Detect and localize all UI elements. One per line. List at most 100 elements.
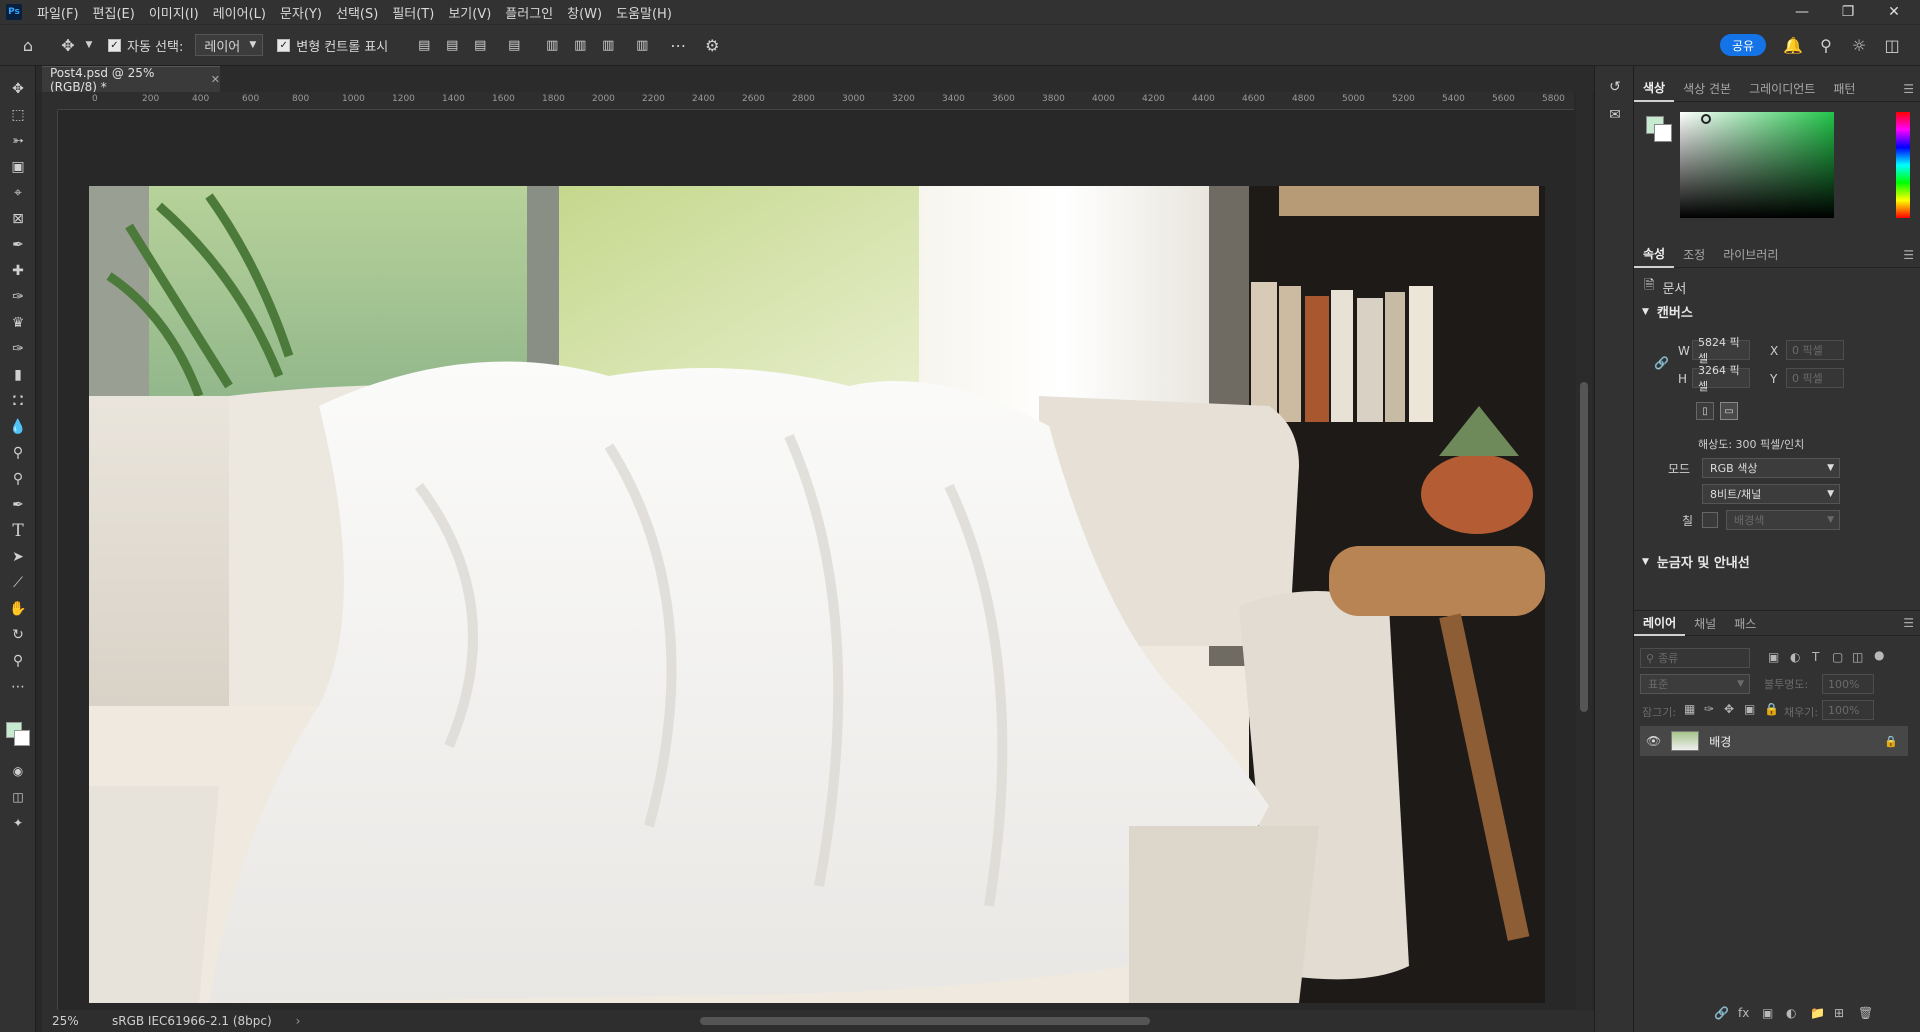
menu-type[interactable]: 문자(Y) <box>273 3 329 22</box>
layer-style-fx-icon[interactable]: fx <box>1738 1006 1749 1020</box>
menu-view[interactable]: 보기(V) <box>441 3 498 22</box>
distribute-icon[interactable]: ▤ <box>500 31 528 59</box>
tab-color[interactable]: 색상 <box>1634 76 1675 102</box>
close-tab-icon[interactable]: ✕ <box>211 73 220 86</box>
menu-help[interactable]: 도움말(H) <box>609 3 679 22</box>
status-expand-icon[interactable]: › <box>296 1014 301 1028</box>
edit-toolbar-icon[interactable]: ⋯ <box>6 676 30 698</box>
opacity-field[interactable]: 100% <box>1822 674 1874 694</box>
notification-bell-icon[interactable]: 🔔 <box>1779 31 1807 59</box>
tab-channels[interactable]: 채널 <box>1685 610 1725 636</box>
mode-select[interactable]: RGB 색상 ▼ <box>1702 458 1840 478</box>
crop-icon[interactable]: ⌖ <box>6 182 30 204</box>
tab-gradients[interactable]: 그레이디언트 <box>1740 76 1824 102</box>
discover-bulb-icon[interactable]: ☼ <box>1845 31 1873 59</box>
link-layers-icon[interactable]: 🔗 <box>1714 1006 1729 1020</box>
vertical-scrollbar[interactable] <box>1576 92 1592 1010</box>
tab-paths[interactable]: 패스 <box>1725 610 1765 636</box>
color-field[interactable] <box>1680 112 1834 218</box>
menu-window[interactable]: 창(W) <box>560 3 609 22</box>
layer-filter-field[interactable]: ⚲ 종류 <box>1640 648 1750 668</box>
tab-libraries[interactable]: 라이브러리 <box>1714 242 1787 268</box>
paint-bucket-icon[interactable]: ⛚ <box>6 390 30 412</box>
history-panel-icon[interactable]: ↺ <box>1603 76 1627 98</box>
filter-smart-object-icon[interactable]: ◫ <box>1852 650 1863 664</box>
portrait-orientation-icon[interactable]: ▯ <box>1696 402 1714 420</box>
visibility-eye-icon[interactable]: 👁 <box>1646 734 1661 748</box>
layer-row-background[interactable]: 👁 배경 🔒 <box>1640 726 1908 756</box>
filter-pixel-icon[interactable]: ▣ <box>1768 650 1779 664</box>
zoom-level[interactable]: 25% <box>52 1014 98 1028</box>
healing-brush-icon[interactable]: ✚ <box>6 260 30 282</box>
blend-mode-select[interactable]: 표준 ▼ <box>1640 674 1750 694</box>
move-icon[interactable]: ✥ <box>6 78 30 100</box>
fill-select[interactable]: 배경색 ▼ <box>1726 510 1840 530</box>
home-icon[interactable]: ⌂ <box>14 31 42 59</box>
new-group-icon[interactable]: 📁 <box>1810 1006 1825 1020</box>
guides-section-header[interactable]: ▼ 눈금자 및 안내선 <box>1642 552 1750 571</box>
auto-select-checkbox[interactable]: ✓ 자동 선택: <box>108 36 183 55</box>
color-background-swatch[interactable] <box>1654 124 1672 142</box>
menu-file[interactable]: 파일(F) <box>30 3 86 22</box>
color-picker-marker[interactable] <box>1701 114 1711 124</box>
menu-filter[interactable]: 필터(T) <box>385 3 441 22</box>
brush-icon[interactable]: ✑ <box>6 286 30 308</box>
eraser-icon[interactable]: ▮ <box>6 364 30 386</box>
zoom-icon[interactable]: ⚲ <box>6 650 30 672</box>
lasso-icon[interactable]: ➳ <box>6 130 30 152</box>
screen-mode-icon[interactable]: ◫ <box>6 786 30 808</box>
path-select-icon[interactable]: ➤ <box>6 546 30 568</box>
delete-layer-icon[interactable]: 🗑 <box>1858 1006 1873 1020</box>
layers-panel-menu-icon[interactable]: ☰ <box>1903 616 1914 630</box>
menu-select[interactable]: 선택(S) <box>329 3 385 22</box>
lock-position-icon[interactable]: ✥ <box>1724 702 1734 716</box>
color-panel-menu-icon[interactable]: ☰ <box>1903 82 1914 96</box>
line-icon[interactable]: ⟋ <box>6 572 30 594</box>
add-mask-icon[interactable]: ▣ <box>1762 1006 1773 1020</box>
frame-icon[interactable]: ⊠ <box>6 208 30 230</box>
lock-all-icon[interactable]: 🔒 <box>1764 702 1779 716</box>
canvas-section-header[interactable]: ▼ 캔버스 <box>1642 302 1693 321</box>
marquee-icon[interactable]: ⬚ <box>6 104 30 126</box>
quick-mask-icon[interactable]: ◉ <box>6 760 30 782</box>
landscape-orientation-icon[interactable]: ▭ <box>1720 402 1738 420</box>
lock-transparent-icon[interactable]: ▦ <box>1684 702 1695 716</box>
filter-adjustment-icon[interactable]: ◐ <box>1790 650 1800 664</box>
type-tool-icon[interactable]: T <box>6 520 30 542</box>
align-middle-icon[interactable]: ▥ <box>566 31 594 59</box>
align-top-icon[interactable]: ▥ <box>538 31 566 59</box>
properties-panel-menu-icon[interactable]: ☰ <box>1903 248 1914 262</box>
blur-icon[interactable]: 💧 <box>6 416 30 438</box>
close-icon[interactable]: ✕ <box>1872 0 1916 24</box>
align-bottom-icon[interactable]: ▥ <box>594 31 622 59</box>
horizontal-scrollbar-thumb[interactable] <box>700 1017 1150 1025</box>
filter-toggle-icon[interactable]: ● <box>1874 648 1884 662</box>
align-left-icon[interactable]: ▤ <box>410 31 438 59</box>
tab-properties[interactable]: 속성 <box>1634 242 1675 268</box>
y-field[interactable]: 0 픽셀 <box>1786 368 1844 388</box>
tab-adjustments[interactable]: 조정 <box>1674 242 1714 268</box>
clone-stamp-icon[interactable]: ♛ <box>6 312 30 334</box>
settings-gear-icon[interactable]: ⚙ <box>698 31 726 59</box>
distribute-vertical-icon[interactable]: ▥ <box>628 31 656 59</box>
search-icon[interactable]: ⚲ <box>1812 31 1840 59</box>
new-layer-icon[interactable]: ⊞ <box>1834 1006 1844 1020</box>
hand-icon[interactable]: ✋ <box>6 598 30 620</box>
vertical-scrollbar-thumb[interactable] <box>1580 382 1588 712</box>
menu-layer[interactable]: 레이어(L) <box>206 3 273 22</box>
document-tab[interactable]: Post4.psd @ 25% (RGB/8) * ✕ <box>42 66 220 94</box>
dodge-icon[interactable]: ⚲ <box>6 442 30 464</box>
share-button[interactable]: 공유 <box>1720 34 1766 56</box>
menu-edit[interactable]: 편집(E) <box>86 3 142 22</box>
fill-color-swatch[interactable] <box>1702 512 1718 528</box>
menu-image[interactable]: 이미지(I) <box>142 3 206 22</box>
object-select-icon[interactable]: ▣ <box>6 156 30 178</box>
adjustment-layer-icon[interactable]: ◐ <box>1786 1006 1796 1020</box>
hue-slider[interactable] <box>1896 112 1910 218</box>
rotate-view-icon[interactable]: ↻ <box>6 624 30 646</box>
restore-icon[interactable]: ❐ <box>1826 0 1870 24</box>
generative-icon[interactable]: ✦ <box>6 812 30 834</box>
canvas-image[interactable] <box>89 186 1545 1003</box>
lock-image-icon[interactable]: ✑ <box>1704 702 1714 716</box>
workspace-layout-icon[interactable]: ◫ <box>1878 31 1906 59</box>
